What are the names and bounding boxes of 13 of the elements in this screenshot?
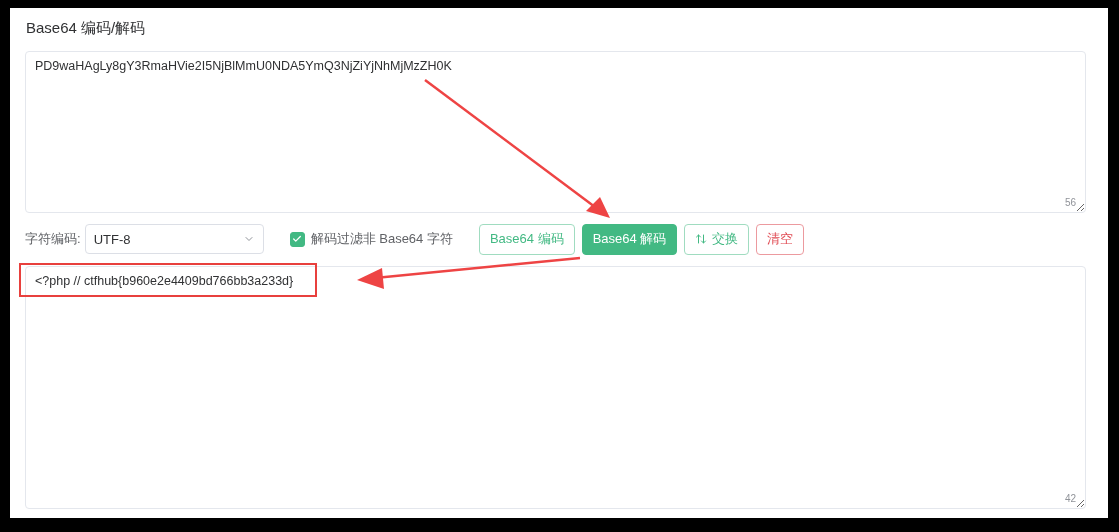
filter-label: 解码过滤非 Base64 字符 [310,230,453,248]
checkbox[interactable] [289,231,305,247]
check-icon [292,234,303,244]
up-down-arrow-icon [695,233,708,245]
character-count: 42 [1064,493,1076,504]
character-count: 56 [1064,197,1076,208]
base64-button[interactable]: Base64 解码 [581,223,678,255]
encoding-select[interactable]: UTF-8 [84,224,264,254]
page-title: Base64 编码/解码 [26,19,147,38]
base64-button[interactable]: Base64 编码 [478,223,575,255]
clear-button[interactable]: 清空 [756,223,805,255]
swap-button[interactable]: 交换 [684,223,750,255]
encoding-label: 字符编码: [25,230,81,248]
